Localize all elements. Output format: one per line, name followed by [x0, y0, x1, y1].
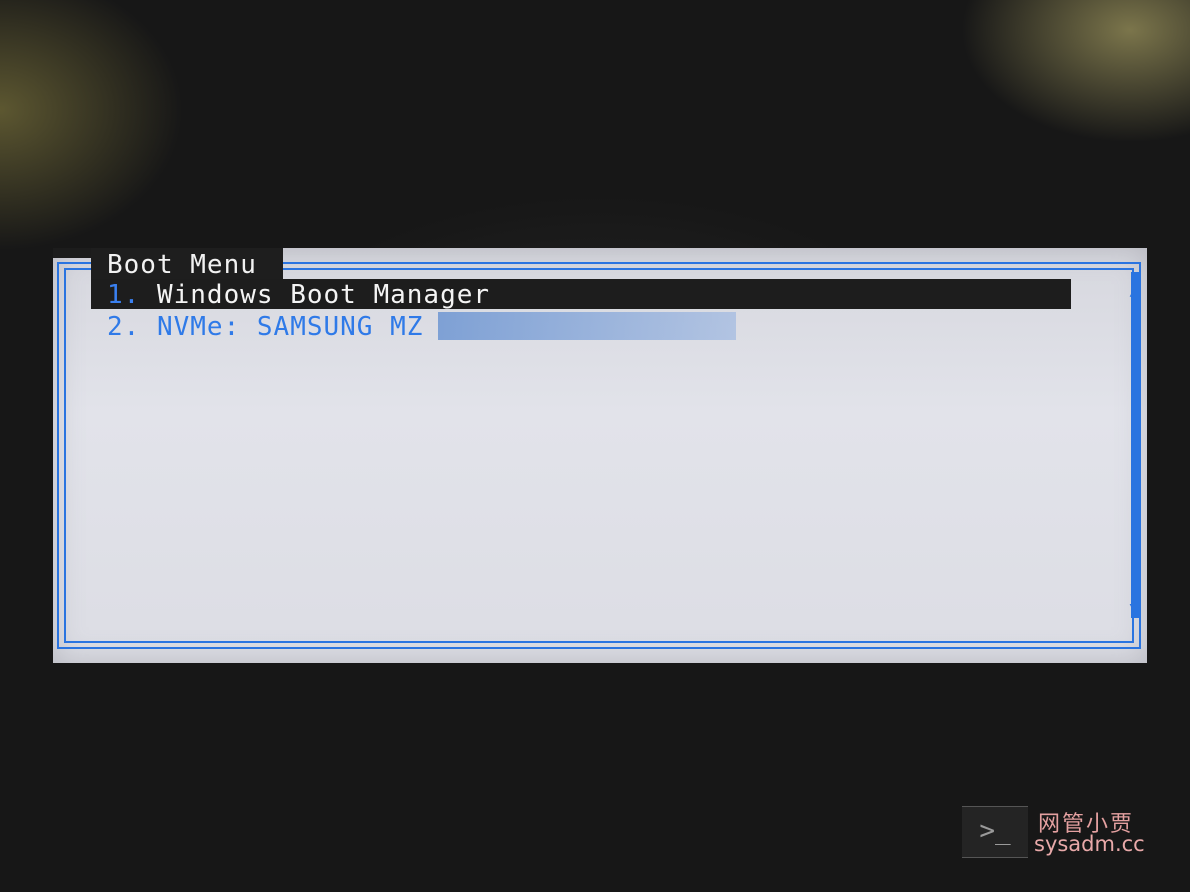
- scrollbar-track[interactable]: [1131, 272, 1139, 618]
- boot-option-label: NVMe: SAMSUNG MZ: [156, 312, 424, 342]
- watermark-domain: sysadm.cc: [1034, 832, 1145, 856]
- redacted-region: [438, 312, 736, 340]
- terminal-prompt-icon: >_: [962, 806, 1028, 858]
- boot-option-nvme-samsung[interactable]: 2. NVMe: SAMSUNG MZ: [91, 311, 424, 342]
- watermark: >_ 网管小贾 sysadm.cc: [962, 806, 1145, 858]
- menu-title: Boot Menu: [91, 248, 283, 280]
- boot-menu-panel: Boot Menu 1. Windows Boot Manager 2. NVM…: [53, 248, 1147, 663]
- boot-option-number: 1.: [107, 280, 141, 310]
- boot-option-windows-boot-manager[interactable]: 1. Windows Boot Manager: [91, 279, 1071, 310]
- scroll-down-arrow-icon[interactable]: ▼: [1127, 602, 1143, 616]
- boot-option-label: Windows Boot Manager: [156, 280, 491, 310]
- title-bar-left: [53, 248, 91, 258]
- boot-option-number: 2.: [107, 312, 141, 342]
- scroll-up-arrow-icon[interactable]: ▲: [1127, 284, 1143, 298]
